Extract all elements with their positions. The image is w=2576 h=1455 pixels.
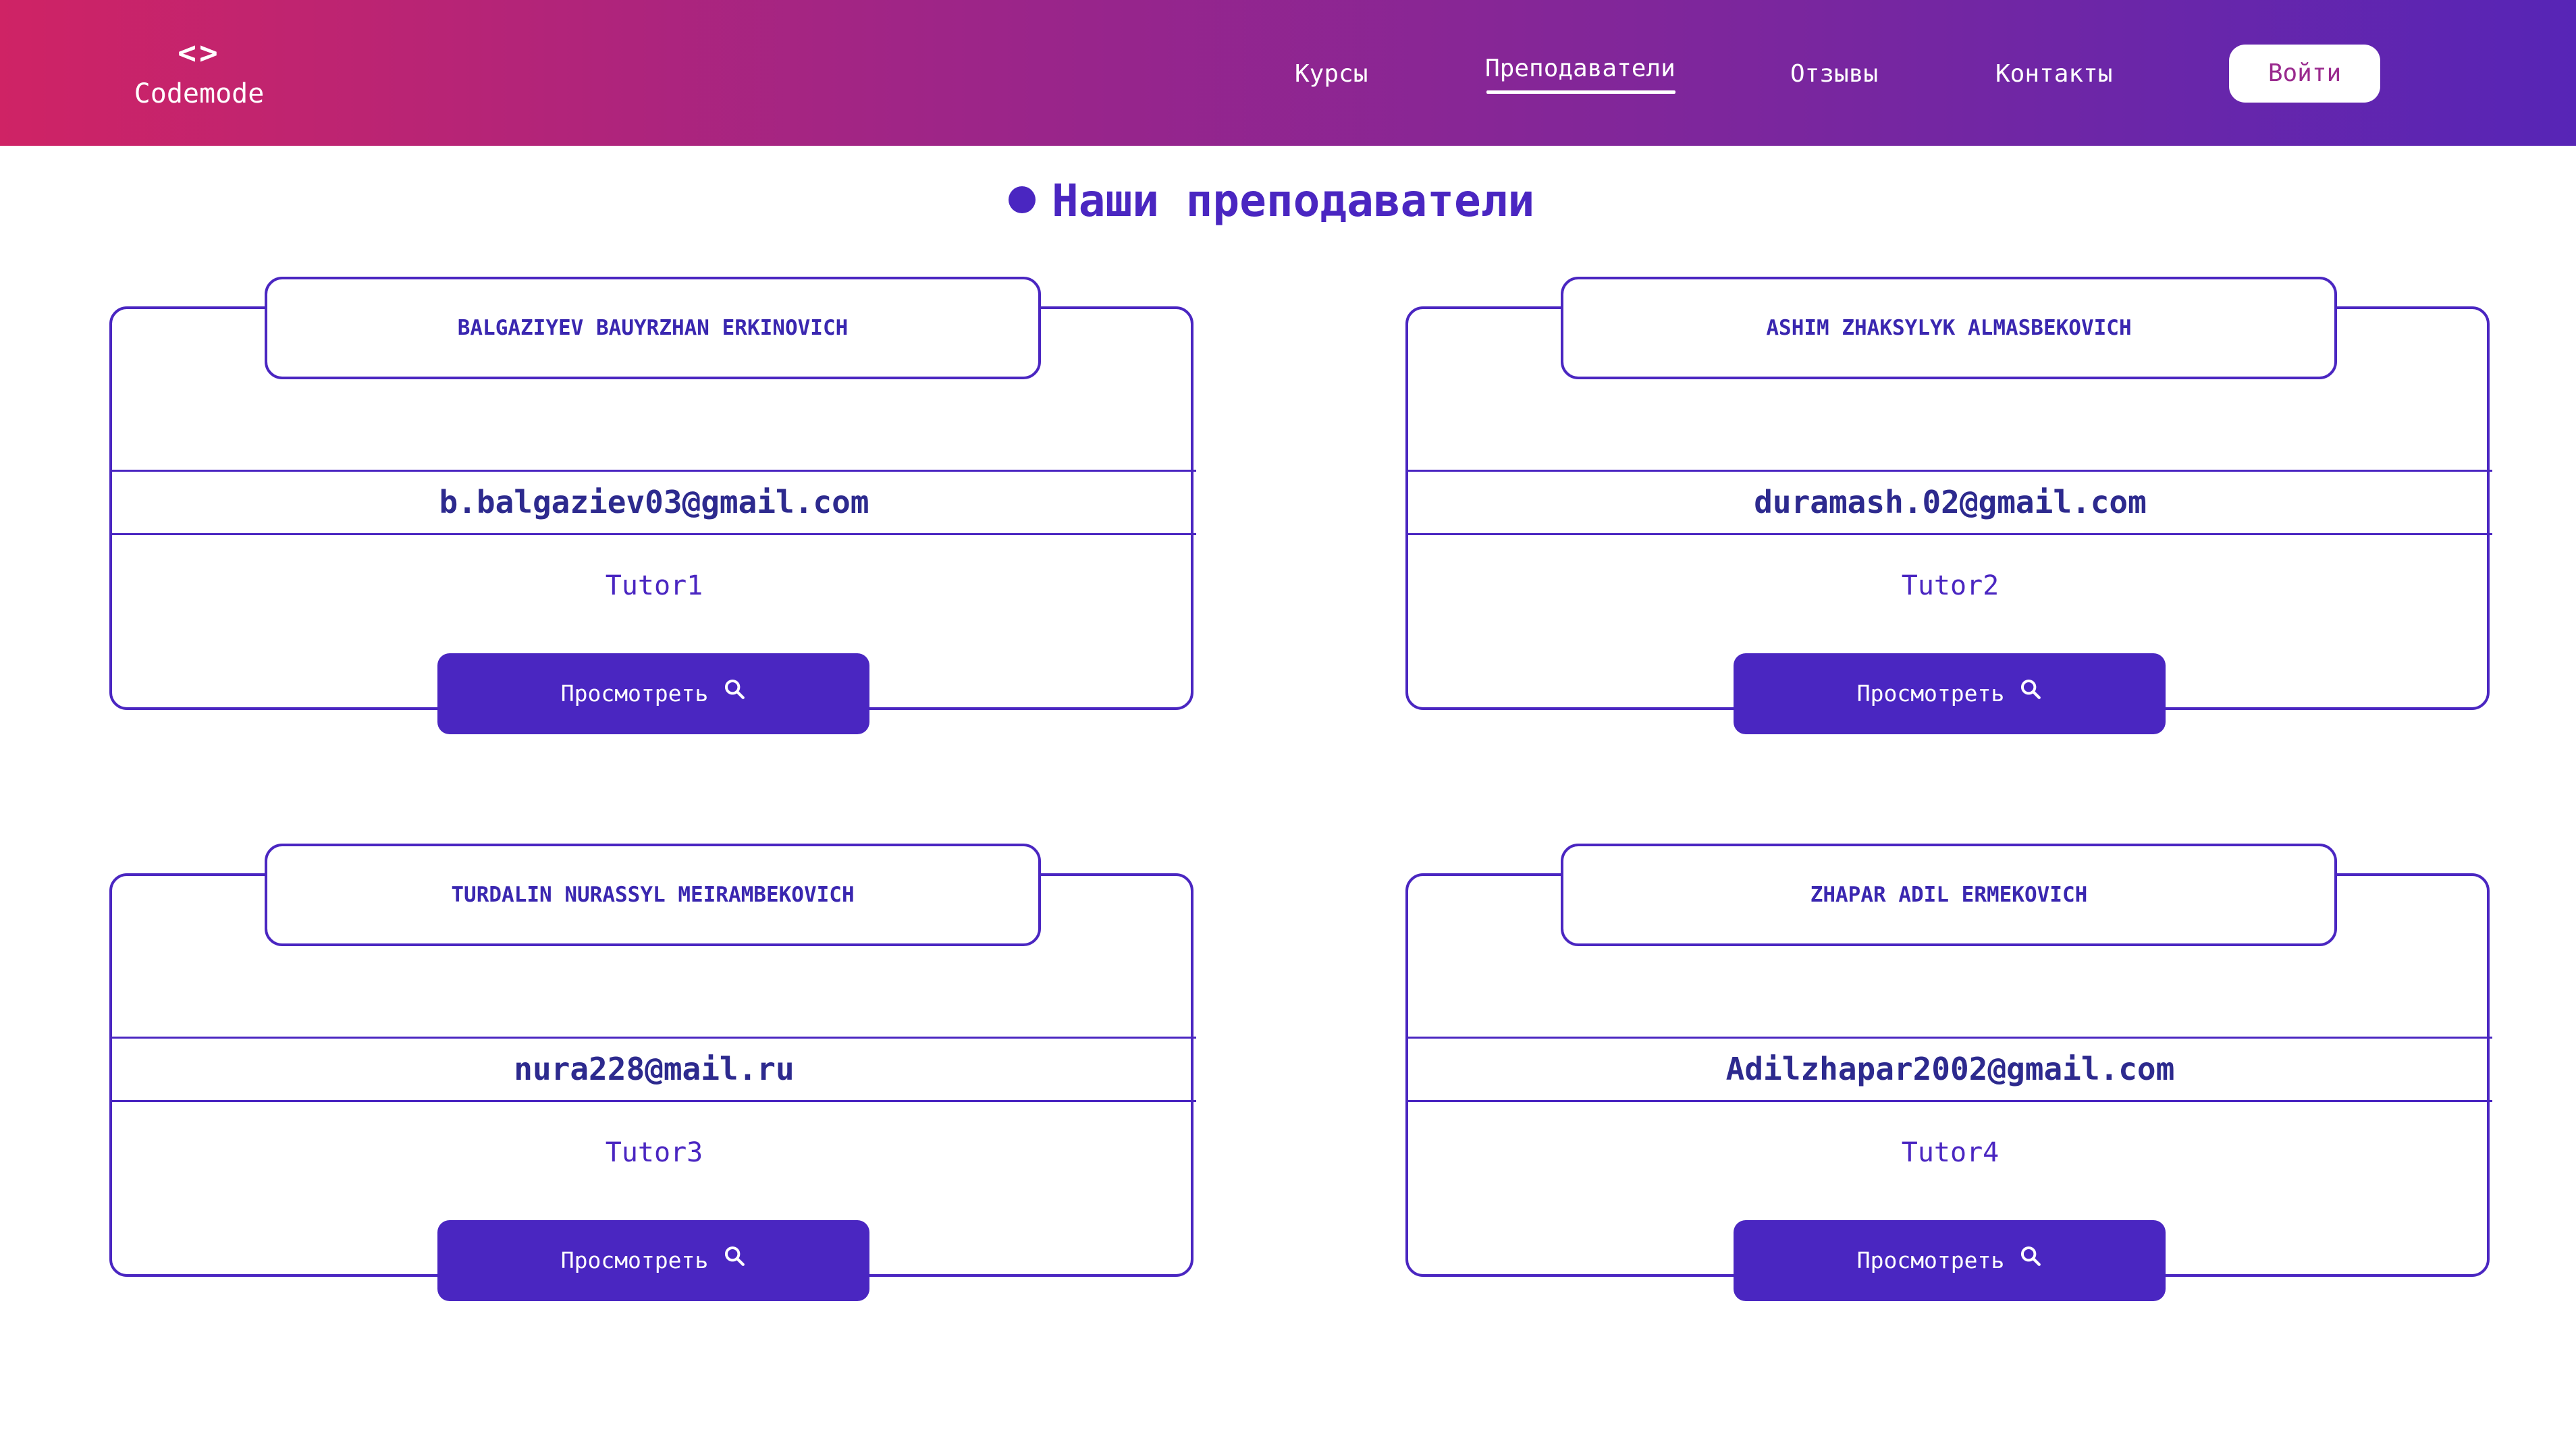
tutor-email: duramash.02@gmail.com xyxy=(1754,484,2147,520)
tutor-card: nura228@mail.ru Tutor3 Telegram TURDALIN… xyxy=(109,844,1196,1301)
tutor-nickname: Tutor3 xyxy=(605,1137,703,1168)
view-tutor-button[interactable]: Просмотреть xyxy=(1734,653,2166,734)
login-button[interactable]: Войти xyxy=(2229,45,2380,103)
tutor-email: nura228@mail.ru xyxy=(514,1051,795,1087)
view-button-label: Просмотреть xyxy=(1856,1247,2005,1273)
tutor-nickname: Tutor2 xyxy=(1901,570,2000,601)
view-button-label: Просмотреть xyxy=(560,680,709,707)
tutor-email: b.balgaziev03@gmail.com xyxy=(439,484,869,520)
tutor-email: Adilzhapar2002@gmail.com xyxy=(1725,1051,2175,1087)
page-title-text: Наши преподаватели xyxy=(1052,175,1535,227)
tutor-name: TURDALIN NURASSYL MEIRAMBEKOVICH xyxy=(265,844,1041,946)
search-icon xyxy=(723,653,746,734)
view-tutor-button[interactable]: Просмотреть xyxy=(1734,1220,2166,1301)
top-navbar: <> Codemode Курсы Преподаватели Отзывы К… xyxy=(0,0,2576,146)
page-title: Наши преподаватели xyxy=(1009,169,1534,234)
title-bullet-icon xyxy=(1009,186,1036,213)
search-icon xyxy=(723,1219,746,1300)
divider xyxy=(1408,533,2492,535)
code-brackets-icon: <> xyxy=(178,34,221,71)
tutor-card: duramash.02@gmail.com Tutor2 Telegram AS… xyxy=(1405,277,2492,734)
view-tutor-button[interactable]: Просмотреть xyxy=(437,1220,869,1301)
nav-link-courses[interactable]: Курсы xyxy=(1295,47,1368,101)
divider xyxy=(112,1100,1196,1102)
logo-text: Codemode xyxy=(134,78,265,109)
nav-link-contacts[interactable]: Контакты xyxy=(1995,47,2112,101)
tutor-card: Adilzhapar2002@gmail.com Tutor4 Telegram… xyxy=(1405,844,2492,1301)
tutor-name: ASHIM ZHAKSYLYK ALMASBEKOVICH xyxy=(1561,277,2337,379)
tutor-nickname: Tutor1 xyxy=(605,570,703,601)
divider xyxy=(1408,1100,2492,1102)
divider xyxy=(112,533,1196,535)
active-nav-underline xyxy=(1486,90,1675,94)
view-button-label: Просмотреть xyxy=(1856,680,2005,707)
view-tutor-button[interactable]: Просмотреть xyxy=(437,653,869,734)
search-icon xyxy=(2019,1219,2042,1300)
tutor-name: BALGAZIYEV BAUYRZHAN ERKINOVICH xyxy=(265,277,1041,379)
view-button-label: Просмотреть xyxy=(560,1247,709,1273)
search-icon xyxy=(2019,653,2042,734)
tutor-nickname: Tutor4 xyxy=(1901,1137,2000,1168)
logo[interactable]: <> Codemode xyxy=(128,34,270,111)
tutor-name: ZHAPAR ADIL ERMEKOVICH xyxy=(1561,844,2337,946)
tutor-card: b.balgaziev03@gmail.com Tutor1 Telegram … xyxy=(109,277,1196,734)
nav-link-tutors[interactable]: Преподаватели xyxy=(1485,42,1675,96)
nav-link-reviews[interactable]: Отзывы xyxy=(1790,47,1878,101)
